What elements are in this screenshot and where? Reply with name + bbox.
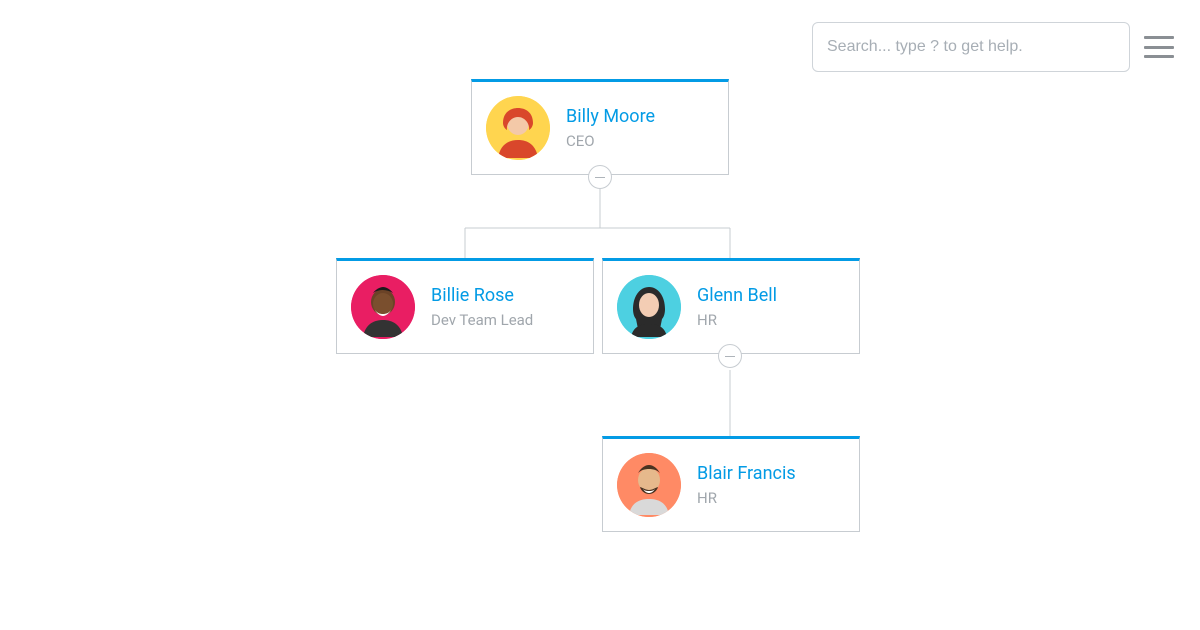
org-node-ceo[interactable]: Billy Moore CEO bbox=[471, 79, 729, 175]
node-name: Billie Rose bbox=[431, 285, 533, 307]
avatar bbox=[617, 275, 681, 339]
avatar bbox=[351, 275, 415, 339]
org-chart: Billy Moore CEO Billie Rose Dev Team Lea… bbox=[0, 0, 1200, 630]
avatar bbox=[486, 96, 550, 160]
collapse-toggle[interactable] bbox=[588, 165, 612, 189]
node-name: Blair Francis bbox=[697, 463, 796, 485]
org-node-hr[interactable]: Glenn Bell HR bbox=[602, 258, 860, 354]
node-title: HR bbox=[697, 311, 777, 329]
node-name: Glenn Bell bbox=[697, 285, 777, 307]
node-title: Dev Team Lead bbox=[431, 311, 533, 329]
collapse-toggle[interactable] bbox=[718, 344, 742, 368]
node-title: HR bbox=[697, 489, 796, 507]
org-node-hr2[interactable]: Blair Francis HR bbox=[602, 436, 860, 532]
avatar bbox=[617, 453, 681, 517]
node-name: Billy Moore bbox=[566, 106, 655, 128]
org-node-dev[interactable]: Billie Rose Dev Team Lead bbox=[336, 258, 594, 354]
node-title: CEO bbox=[566, 132, 655, 150]
